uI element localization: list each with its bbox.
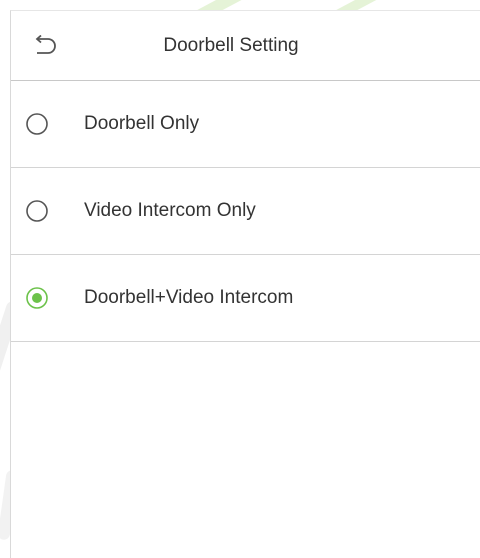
option-doorbell-video-intercom[interactable]: Doorbell+Video Intercom [11,255,480,342]
settings-panel: Doorbell Setting Doorbell Only Video Int… [10,10,480,558]
back-button[interactable] [31,34,57,57]
option-video-intercom-only[interactable]: Video Intercom Only [11,168,480,255]
radio-selected-icon[interactable] [23,284,51,312]
radio-unselected-icon[interactable] [23,110,51,138]
doorbell-setting-screen: Doorbell Setting Doorbell Only Video Int… [0,0,480,558]
option-label: Doorbell+Video Intercom [84,287,294,308]
radio-unselected-icon[interactable] [23,197,51,225]
option-doorbell-only[interactable]: Doorbell Only [11,81,480,168]
page-title: Doorbell Setting [163,34,299,56]
option-label: Video Intercom Only [84,200,256,221]
option-label: Doorbell Only [84,113,200,134]
back-arrow-icon [35,34,56,54]
header-bar: Doorbell Setting [11,11,480,81]
